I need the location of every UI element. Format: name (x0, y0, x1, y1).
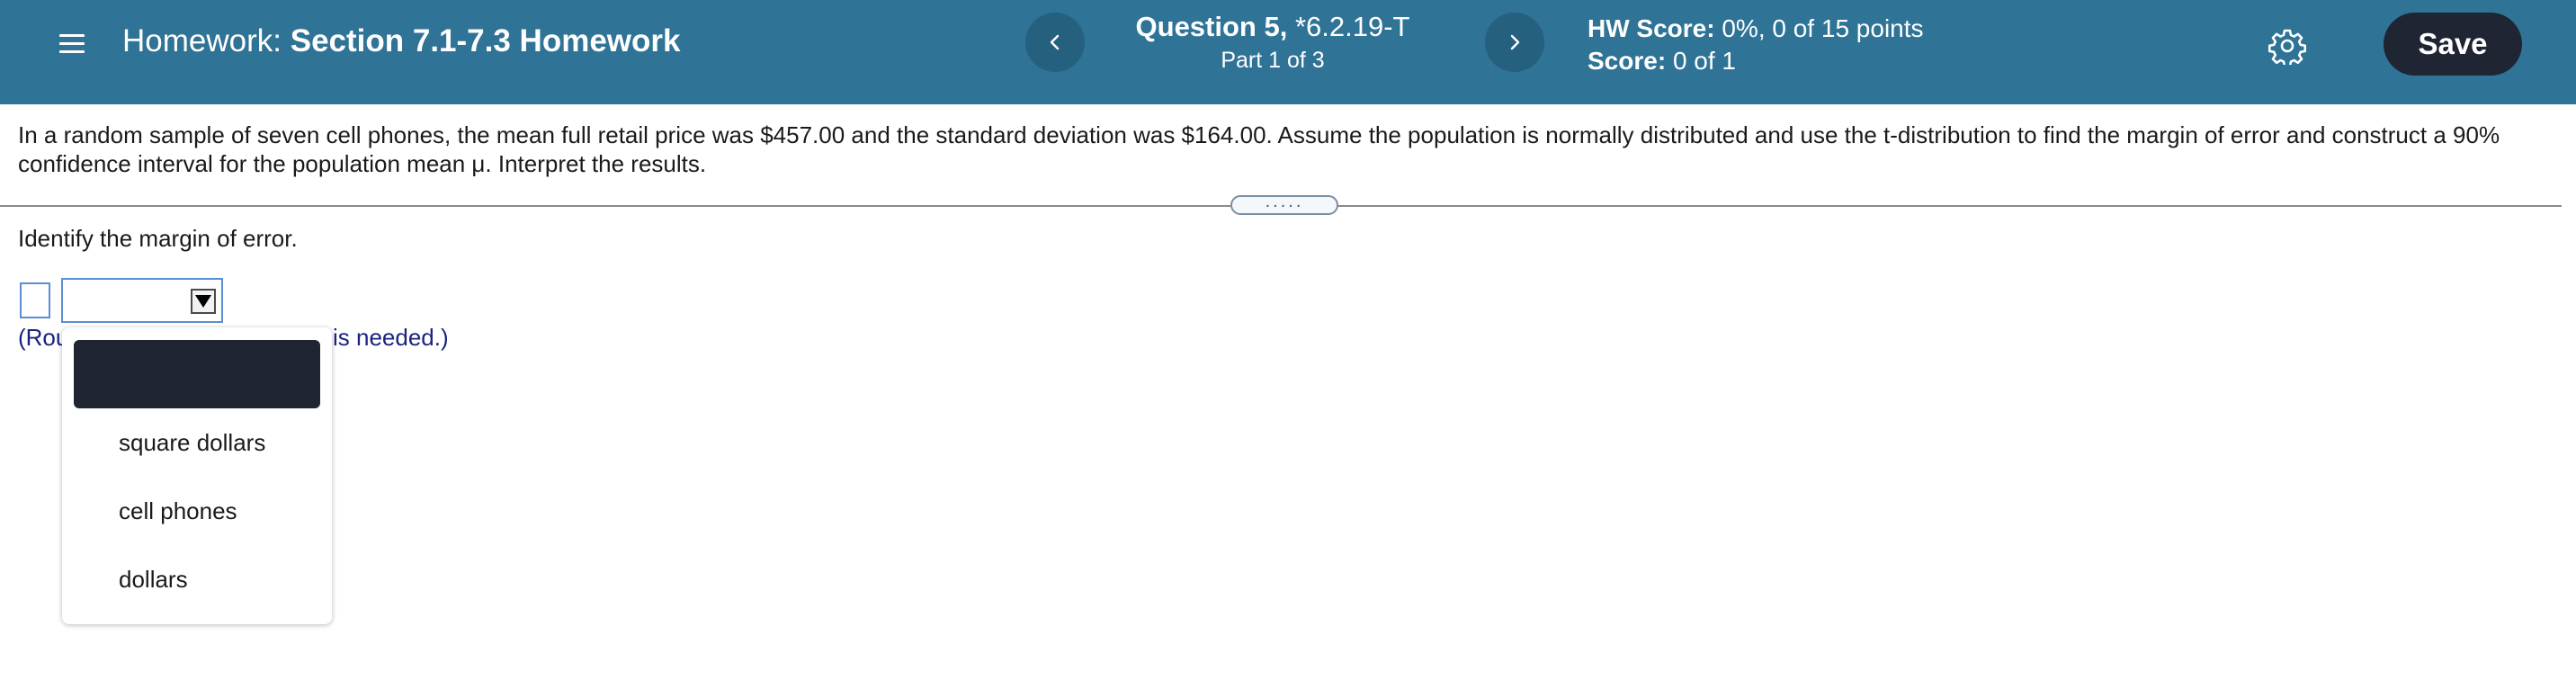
instruction-text: Identify the margin of error. (18, 225, 298, 252)
score-info: HW Score: 0%, 0 of 15 points Score: 0 of… (1588, 13, 1924, 77)
question-info: Question 5, *6.2.19-T Part 1 of 3 (1093, 9, 1453, 74)
rounding-note-start: (Rou (18, 324, 69, 351)
hw-score: HW Score: 0%, 0 of 15 points (1588, 13, 1924, 45)
chevron-left-icon (1050, 34, 1060, 50)
margin-of-error-input[interactable] (20, 282, 50, 318)
units-select[interactable] (61, 278, 223, 323)
rounding-note-end: is needed.) (333, 324, 449, 351)
problem-statement: In a random sample of seven cell phones,… (18, 121, 2500, 177)
rounding-note: (Rou is needed.) (18, 323, 449, 352)
units-option-cell-phones[interactable]: cell phones (62, 484, 332, 538)
question-label: Question 5, (1135, 11, 1288, 42)
hw-score-value: 0%, 0 of 15 points (1722, 14, 1924, 42)
question-number: Question 5, *6.2.19-T (1093, 9, 1453, 45)
gear-icon[interactable] (2268, 27, 2306, 65)
chevron-right-icon (1510, 34, 1520, 50)
homework-title-prefix: Homework: (122, 23, 282, 58)
hamburger-menu-icon[interactable] (56, 27, 86, 58)
dropdown-arrow-icon[interactable] (191, 289, 216, 314)
question-id: *6.2.19-T (1294, 11, 1410, 42)
save-button[interactable]: Save (2384, 13, 2522, 76)
hw-score-label: HW Score: (1588, 14, 1715, 42)
next-question-button[interactable] (1485, 13, 1544, 72)
homework-title: Homework: Section 7.1-7.3 Homework (122, 22, 680, 61)
score-value: 0 of 1 (1672, 47, 1736, 75)
previous-question-button[interactable] (1025, 13, 1085, 72)
question-score: Score: 0 of 1 (1588, 45, 1924, 77)
units-dropdown-menu: square dollars cell phones dollars (62, 327, 332, 624)
units-option-blank[interactable] (74, 340, 320, 408)
divider-handle-dots: ..... (1265, 192, 1304, 211)
homework-title-name: Section 7.1-7.3 Homework (290, 23, 681, 58)
header-bar: Homework: Section 7.1-7.3 Homework Quest… (0, 0, 2576, 104)
question-part: Part 1 of 3 (1221, 48, 1325, 73)
score-label: Score: (1588, 47, 1667, 75)
units-option-dollars[interactable]: dollars (62, 552, 332, 606)
divider-resize-handle[interactable]: ..... (1230, 192, 1338, 215)
units-option-square-dollars[interactable]: square dollars (62, 416, 332, 470)
